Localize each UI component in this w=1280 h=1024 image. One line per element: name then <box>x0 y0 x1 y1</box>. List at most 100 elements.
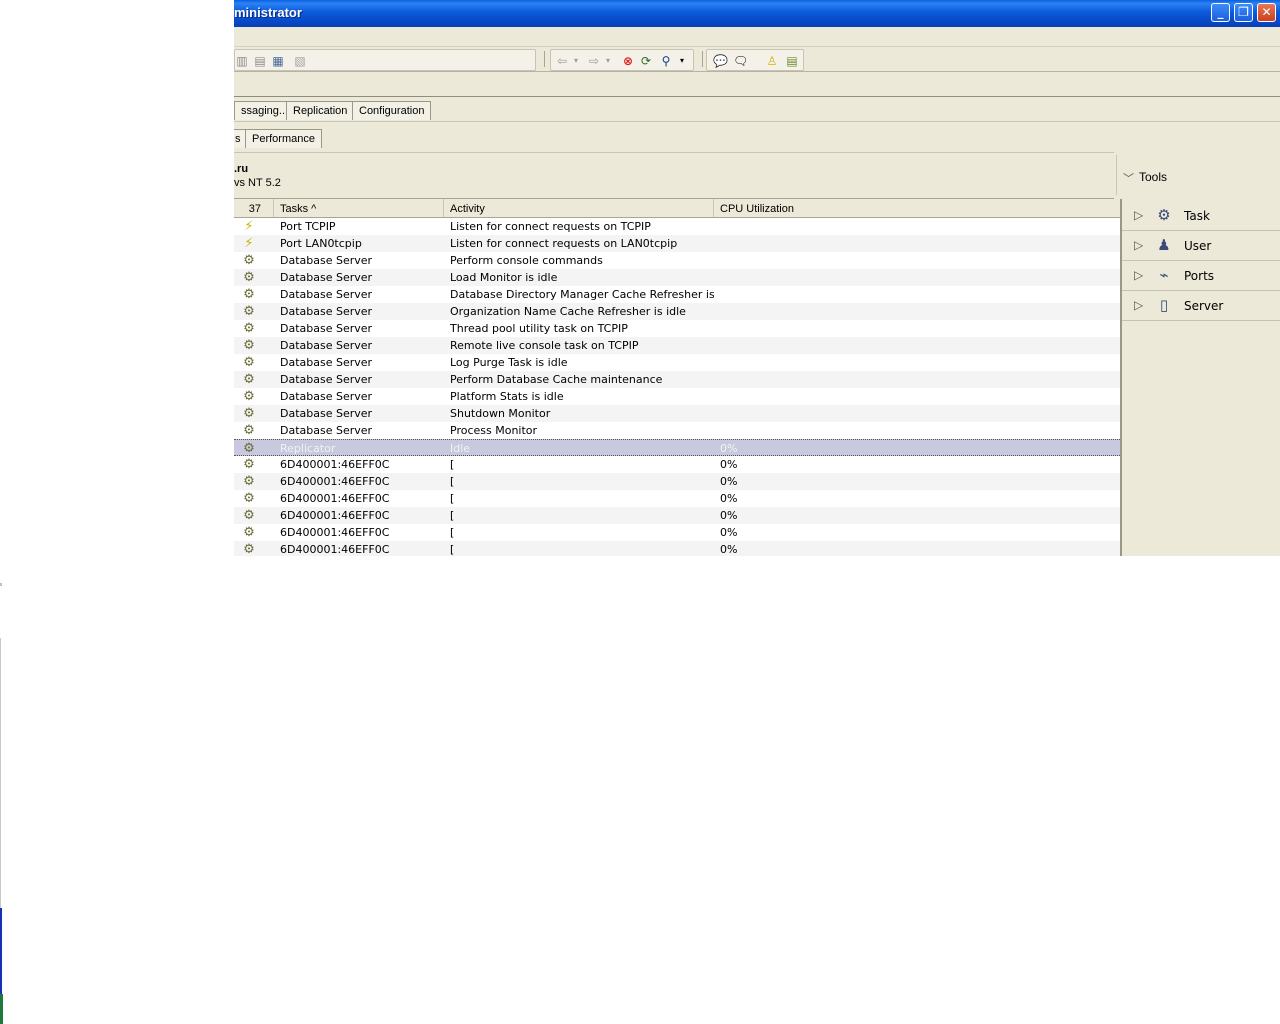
table-row[interactable]: ⚙ 6D400001:46EFF0C [0% <box>234 507 1120 524</box>
activity-cell: Remote live console task on TCPIP <box>450 339 639 352</box>
table-row[interactable]: ⚙ 6D400001:46EFF0C [0% <box>234 524 1120 541</box>
person-icon[interactable]: ♙ <box>765 54 779 68</box>
task-cell: Database Server <box>280 322 373 335</box>
cpu-cell <box>720 388 920 405</box>
gear-icon: ⚙ <box>243 474 255 489</box>
toolbar-group-nav: ⇦ ▾ ⇨ ▾ ⊗ ⟳ ⚲ ▾ <box>550 49 694 71</box>
activity-cell: Platform Stats is idle <box>450 390 564 403</box>
tab-performance[interactable]: Performance <box>245 129 322 148</box>
title-bar[interactable]: ministrator _ ❐ ✕ <box>234 0 1280 27</box>
toolbar-separator-2 <box>702 51 703 67</box>
tool-item-ports[interactable]: ▷ ⌁ Ports <box>1122 261 1280 291</box>
table-row[interactable]: ⚙ Database Server Database Directory Manag… <box>234 286 1120 303</box>
task-cell: 6D400001:46EFF0C <box>280 509 390 522</box>
activity-cell: Perform console commands <box>450 254 603 267</box>
tools-title: Tools <box>1139 170 1168 184</box>
table-row[interactable]: ⚙ Database Server Remote live console task… <box>234 337 1120 354</box>
activity-cell: Organization Name Cache Refresher is idl… <box>450 305 686 318</box>
table-row[interactable]: ⚙ Database Server Process Monitor <box>234 422 1120 439</box>
forward-dropdown-icon[interactable]: ▾ <box>601 54 615 68</box>
cpu-cell: 0% <box>720 492 738 505</box>
search-icon[interactable]: ⚲ <box>659 54 673 68</box>
tab-row-primary: ssaging... Replication Configuration <box>234 99 1280 122</box>
table-row[interactable]: ⚙ Database Server Shutdown Monitor <box>234 405 1120 422</box>
tab-replication[interactable]: Replication <box>286 101 355 120</box>
table-row[interactable]: ⚙ Database Server Perform console commands <box>234 252 1120 269</box>
table-row[interactable]: ⚙ Database Server Organization Name Cache … <box>234 303 1120 320</box>
window-title: ministrator <box>234 5 302 20</box>
cpu-cell <box>720 405 920 422</box>
menu-bar <box>234 27 1280 47</box>
address-bar <box>234 72 1280 97</box>
task-cell: 6D400001:46EFF0C <box>280 492 390 505</box>
tools-panel: ▷ ⚙ Task ▷ ♟ User ▷ ⌁ Ports ▷ ▯ Server <box>1120 199 1280 556</box>
table-row[interactable]: ⚙ Database Server Log Purge Task is idle <box>234 354 1120 371</box>
activity-cell: [ <box>450 492 455 505</box>
activity-cell: [ <box>450 526 455 539</box>
header-count[interactable]: 37 <box>234 199 274 217</box>
gear-icon: ⚙ <box>243 372 255 387</box>
expand-icon: ▷ <box>1134 298 1144 312</box>
gear-icon: ⚙ <box>243 525 255 540</box>
gear-icon: ⚙ <box>243 508 255 523</box>
toolbar: ▥ ▤ ▦ ▧ ⇦ ▾ ⇨ ▾ ⊗ ⟳ ⚲ ▾ 💬 🗨 ♙ ▤ <box>234 47 1280 72</box>
gear-icon: ⚙ <box>243 355 255 370</box>
back-icon[interactable]: ⇦ <box>555 54 569 68</box>
database-icon[interactable]: ▥ <box>235 54 249 68</box>
back-dropdown-icon[interactable]: ▾ <box>569 54 583 68</box>
database-disabled-icon[interactable]: ▧ <box>293 54 307 68</box>
cpu-cell <box>720 235 920 252</box>
chat-icon[interactable]: 💬 <box>713 54 728 68</box>
task-cell: Database Server <box>280 288 373 301</box>
task-cell: Database Server <box>280 254 373 267</box>
tool-item-user[interactable]: ▷ ♟ User <box>1122 231 1280 261</box>
tab-row-secondary: s Performance <box>234 127 1280 149</box>
gear-icon: ⚙ <box>243 287 255 302</box>
header-tasks[interactable]: Tasks ^ <box>274 199 444 217</box>
forward-icon[interactable]: ⇨ <box>587 54 601 68</box>
tool-item-server[interactable]: ▷ ▯ Server <box>1122 291 1280 321</box>
gear-icon: ⚙ <box>1157 206 1171 224</box>
table-row[interactable]: ⚡ Port LAN0tcpip Listen for connect reques… <box>234 235 1120 252</box>
copy-database-icon[interactable]: ▤ <box>253 54 267 68</box>
search-dropdown-icon[interactable]: ▾ <box>675 54 689 68</box>
chat-multi-icon[interactable]: 🗨 <box>733 54 748 68</box>
table-row[interactable]: ⚙ 6D400001:46EFF0C [0% <box>234 456 1120 473</box>
server-name: .ru <box>234 163 249 175</box>
port-icon: ⌁ <box>1159 266 1169 284</box>
gear-icon: ⚙ <box>243 441 255 456</box>
table-row[interactable]: ⚙ Replicator Idle 0% <box>234 439 1120 456</box>
gear-icon: ⚙ <box>243 457 255 472</box>
server-icon: ▯ <box>1159 296 1169 314</box>
tool-label: Server <box>1184 299 1224 313</box>
restore-button[interactable]: ❐ <box>1234 3 1253 22</box>
task-cell: 6D400001:46EFF0C <box>280 543 390 556</box>
header-activity[interactable]: Activity <box>444 199 714 217</box>
table-row[interactable]: ⚙ Database Server Perform Database Cache m… <box>234 371 1120 388</box>
refresh-icon[interactable]: ⟳ <box>639 54 653 68</box>
table-row[interactable]: ⚙ Database Server Platform Stats is idle <box>234 388 1120 405</box>
table-row[interactable]: ⚙ 6D400001:46EFF0C [0% <box>234 541 1120 556</box>
database-open-icon[interactable]: ▦ <box>271 54 285 68</box>
table-row[interactable]: ⚙ Database Server Thread pool utility task… <box>234 320 1120 337</box>
tools-header[interactable]: ﹀ Tools <box>1116 155 1280 195</box>
gear-icon: ⚙ <box>243 270 255 285</box>
cpu-cell <box>720 337 920 354</box>
cpu-cell <box>720 422 920 439</box>
notes-icon[interactable]: ▤ <box>785 54 799 68</box>
gear-icon: ⚙ <box>243 253 255 268</box>
stop-icon[interactable]: ⊗ <box>621 54 635 68</box>
gear-icon: ⚙ <box>243 542 255 556</box>
table-row[interactable]: ⚙ Database Server Load Monitor is idle <box>234 269 1120 286</box>
table-row[interactable]: ⚙ 6D400001:46EFF0C [0% <box>234 473 1120 490</box>
tab-configuration[interactable]: Configuration <box>352 101 432 120</box>
cpu-cell: 0% <box>720 458 738 471</box>
table-row[interactable]: ⚙ 6D400001:46EFF0C [0% <box>234 490 1120 507</box>
cpu-cell <box>720 286 920 303</box>
close-button[interactable]: ✕ <box>1257 3 1276 22</box>
header-cpu[interactable]: CPU Utilization <box>714 199 1120 217</box>
tool-item-task[interactable]: ▷ ⚙ Task <box>1122 201 1280 231</box>
gear-icon: ⚙ <box>243 406 255 421</box>
table-row[interactable]: ⚡ Port TCPIP Listen for connect requests o… <box>234 218 1120 235</box>
minimize-button[interactable]: _ <box>1211 3 1230 22</box>
